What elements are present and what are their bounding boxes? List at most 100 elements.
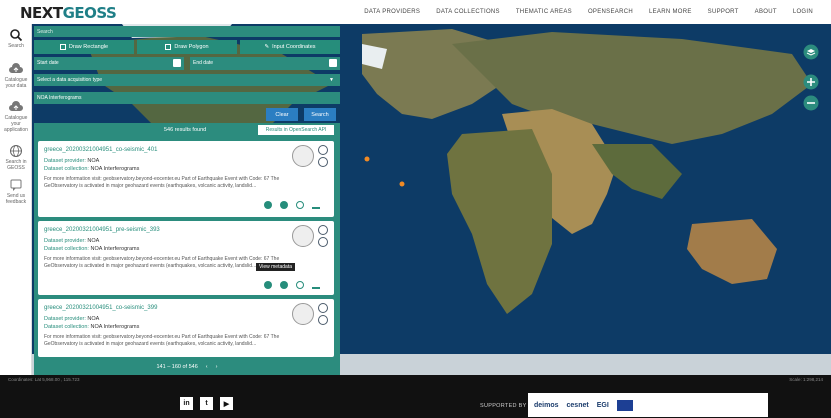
dome-icon [318,157,328,167]
result-collection: Dataset collection: NOA Interferograms [44,246,140,252]
acquisition-type-select[interactable]: Select a data acquisition type ▼ [34,74,340,86]
search-panel: Search Draw Rectangle Draw Polygon ✎ Inpu… [34,26,340,375]
chevron-right-icon[interactable]: › [216,364,218,370]
card-side-icons [318,225,330,249]
person-icon [318,145,328,155]
zoom-in-button[interactable] [803,74,819,90]
layers-button[interactable] [803,44,819,60]
partner-egi[interactable]: EGI [597,402,609,409]
result-title[interactable]: greece_20200321004951_co-seismic_401 [44,147,157,153]
rail-feedback[interactable]: Send us feedback [0,174,32,208]
partner-cesnet[interactable]: cesnet [567,402,589,409]
zoom-out-button[interactable] [803,95,819,111]
person-icon [318,225,328,235]
rail-catalogue-application[interactable]: Catalogue your application [0,96,32,140]
calendar-icon[interactable] [329,59,337,67]
result-card[interactable]: greece_20200321004951_pre-seismic_393 Da… [38,221,334,295]
coordinates-readout: Coordinates: Lat 5,968.00 , 115.723 [8,377,80,382]
pagination: 141 – 160 of 546 ‹ › [34,359,340,375]
calendar-icon[interactable] [173,59,181,67]
comment-icon[interactable] [264,281,272,289]
opensearch-results-button[interactable]: Results in OpenSearch API [258,125,334,135]
download-icon[interactable] [312,201,320,209]
map-marker[interactable] [364,156,370,162]
polygon-icon [165,44,172,50]
result-description: For more information visit: geobservator… [44,176,280,189]
nav-about[interactable]: ABOUT [755,9,777,15]
card-actions [264,281,320,289]
map-marker[interactable] [399,181,405,187]
nav-support[interactable]: SUPPORT [708,9,739,15]
dome-icon [318,315,328,325]
download-icon[interactable] [312,281,320,289]
locate-icon[interactable] [296,281,304,289]
youtube-icon[interactable]: ▶ [220,397,233,410]
result-title[interactable]: greece_20200321004951_co-seismic_399 [44,305,157,311]
result-provider: Dataset provider: NOA [44,238,100,244]
result-provider: Dataset provider: NOA [44,158,100,164]
nav-learn-more[interactable]: LEARN MORE [649,9,692,15]
nav-data-collections[interactable]: DATA COLLECTIONS [436,9,500,15]
result-card[interactable]: greece_20200321004951_co-seismic_401 Dat… [38,141,334,217]
main-nav: DATA PROVIDERS DATA COLLECTIONS THEMATIC… [348,0,813,24]
pencil-icon: ✎ [264,44,270,50]
linkedin-icon[interactable]: in [180,397,193,410]
comment-icon[interactable] [264,201,272,209]
clear-button[interactable]: Clear [266,108,298,121]
result-title[interactable]: greece_20200321004951_pre-seismic_393 [44,227,160,233]
feedback-icon [10,179,22,191]
rail-search[interactable]: Search [0,24,32,58]
info-icon[interactable] [280,281,288,289]
end-date-field[interactable]: End date [190,57,340,70]
date-range: Start date End date [34,57,340,70]
nav-opensearch[interactable]: OPENSEARCH [588,9,633,15]
result-card[interactable]: greece_20200321004951_co-seismic_399 Dat… [38,299,334,357]
rectangle-icon [59,44,66,50]
nav-login[interactable]: LOGIN [793,9,813,15]
draw-polygon-button[interactable]: Draw Polygon [137,40,237,54]
result-collection: Dataset collection: NOA Interferograms [44,324,140,330]
globe-icon [10,145,22,157]
nav-data-providers[interactable]: DATA PROVIDERS [364,9,420,15]
provider-logo [292,303,314,325]
twitter-icon[interactable]: t [200,397,213,410]
nextgeoss-logo[interactable]: NEXTGEOSS [20,4,117,22]
draw-toolbar: Draw Rectangle Draw Polygon ✎ Input Coord… [34,40,340,54]
left-rail: Search Catalogue your data Catalogue you… [0,24,32,375]
result-collection: Dataset collection: NOA Interferograms [44,166,140,172]
card-actions [264,201,320,209]
provider-logo [292,225,314,247]
view-metadata-tooltip: View metadata [256,263,295,271]
partner-deimos[interactable]: deimos [534,402,559,409]
results-header: 546 results found Results in OpenSearch … [34,123,340,137]
cloud-upload-icon [9,63,23,73]
info-icon[interactable] [280,201,288,209]
social-links: in t ▶ [180,397,233,410]
eu-flag-icon [616,399,633,411]
result-description: For more information visit: geobservator… [44,334,280,347]
results-count: 546 results found [164,127,207,133]
rail-catalogue-data[interactable]: Catalogue your data [0,58,32,96]
card-side-icons [318,303,330,327]
supported-by-label: SUPPORTED BY [480,403,527,409]
collection-field[interactable]: NOA Interferograms [34,92,340,104]
search-button[interactable]: Search [304,108,336,121]
cloud-upload-icon [9,101,23,111]
pagination-range: 141 – 160 of 546 [156,364,198,370]
search-icon [10,29,23,42]
results-panel: 546 results found Results in OpenSearch … [34,123,340,375]
partner-logos: deimos cesnet EGI [528,393,768,417]
nav-thematic-areas[interactable]: THEMATIC AREAS [516,9,572,15]
start-date-field[interactable]: Start date [34,57,184,70]
search-input[interactable]: Search [34,26,340,37]
input-coordinates-button[interactable]: ✎ Input Coordinates [240,40,340,54]
rail-search-geoss[interactable]: Search in GEOSS [0,140,32,174]
result-provider: Dataset provider: NOA [44,316,100,322]
person-icon [318,303,328,313]
card-side-icons [318,145,330,169]
draw-rectangle-button[interactable]: Draw Rectangle [34,40,134,54]
top-navbar: NEXTGEOSS DATA PROVIDERS DATA COLLECTION… [0,0,831,24]
provider-logo [292,145,314,167]
locate-icon[interactable] [296,201,304,209]
chevron-left-icon[interactable]: ‹ [206,364,208,370]
